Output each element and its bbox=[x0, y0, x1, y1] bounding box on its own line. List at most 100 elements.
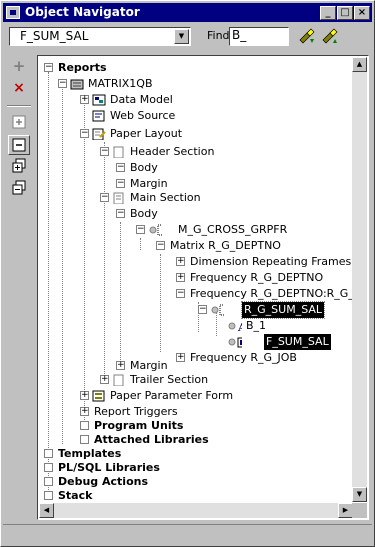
navigator-tree-pane[interactable]: − Reports − MATRIX1QB + Data Model Web S… bbox=[37, 55, 369, 520]
field-icon bbox=[228, 337, 242, 348]
node-label: Body bbox=[130, 207, 158, 220]
collapse-toggle[interactable]: − bbox=[198, 305, 207, 314]
vertical-scrollbar[interactable]: ▲ ▼ bbox=[352, 57, 367, 502]
node-label: MATRIX1QB bbox=[88, 77, 153, 90]
status-bar bbox=[3, 524, 372, 545]
empty-toggle[interactable] bbox=[44, 491, 53, 500]
data-model-icon bbox=[92, 94, 106, 106]
close-button[interactable]: × bbox=[354, 6, 370, 20]
expand-toggle[interactable]: + bbox=[116, 361, 125, 370]
find-input[interactable]: B_ bbox=[229, 27, 289, 46]
node-label: Paper Parameter Form bbox=[110, 389, 234, 402]
parameter-form-icon bbox=[92, 390, 105, 402]
collapse-all-icon bbox=[12, 180, 26, 195]
report-icon bbox=[70, 79, 84, 90]
expand-toggle[interactable]: + bbox=[176, 353, 185, 362]
empty-toggle[interactable] bbox=[44, 463, 53, 472]
empty-toggle[interactable] bbox=[80, 421, 89, 430]
find-next-button[interactable] bbox=[296, 27, 316, 46]
frame-object-icon bbox=[149, 224, 162, 236]
vertical-toolbar: + × bbox=[5, 53, 33, 518]
node-label: F_SUM_SAL bbox=[264, 334, 331, 350]
expand-all-icon bbox=[12, 158, 26, 173]
toolbar: F_SUM_SAL ▼ Find: B_ bbox=[3, 23, 372, 49]
tree-guide bbox=[160, 254, 161, 352]
tree-guide bbox=[48, 72, 49, 494]
tree-guide bbox=[104, 142, 105, 378]
empty-toggle[interactable] bbox=[44, 477, 53, 486]
collapse-toggle[interactable]: − bbox=[156, 241, 165, 250]
node-label: Body bbox=[130, 161, 158, 174]
node-label: B_1 bbox=[246, 319, 267, 332]
scroll-right-arrow[interactable]: ▶ bbox=[338, 503, 353, 518]
maximize-button[interactable]: □ bbox=[337, 6, 353, 20]
scroll-left-arrow[interactable]: ◀ bbox=[39, 503, 54, 518]
scrollbar-corner bbox=[352, 503, 367, 518]
tree-guide bbox=[140, 238, 141, 250]
collapse-toggle[interactable]: − bbox=[136, 225, 145, 234]
collapse-toggle[interactable]: − bbox=[44, 63, 53, 72]
horizontal-scrollbar[interactable]: ◀ ▶ bbox=[39, 503, 353, 518]
collapse-icon bbox=[12, 138, 26, 152]
expand-toggle[interactable]: + bbox=[80, 407, 89, 416]
expand-toggle[interactable]: + bbox=[100, 375, 109, 384]
web-source-icon bbox=[92, 110, 105, 122]
node-label: Matrix R_G_DEPTNO bbox=[170, 239, 281, 252]
find-previous-button[interactable] bbox=[319, 27, 339, 46]
node-label: Header Section bbox=[130, 145, 215, 158]
empty-toggle[interactable] bbox=[44, 449, 53, 458]
window-title: Object Navigator bbox=[25, 5, 140, 19]
expand-toggle[interactable]: + bbox=[80, 391, 89, 400]
collapse-toggle[interactable]: − bbox=[100, 147, 109, 156]
collapse-toggle[interactable]: − bbox=[58, 79, 67, 88]
collapse-all-button[interactable] bbox=[8, 179, 30, 199]
collapse-button[interactable] bbox=[8, 135, 30, 155]
node-label: Frequency R_G_DEPTNO:R_G_J bbox=[190, 287, 358, 300]
collapse-toggle[interactable]: − bbox=[116, 179, 125, 188]
title-bar[interactable]: Object Navigator _ □ × bbox=[3, 3, 372, 22]
scroll-down-arrow[interactable]: ▼ bbox=[352, 487, 367, 502]
section-icon bbox=[113, 374, 124, 386]
collapse-toggle[interactable]: − bbox=[100, 193, 109, 202]
node-label: Main Section bbox=[130, 191, 201, 204]
node-label: Paper Layout bbox=[110, 127, 183, 140]
context-value: F_SUM_SAL bbox=[20, 29, 89, 43]
node-label: Frequency R_G_DEPTNO bbox=[190, 271, 324, 284]
node-label: Web Source bbox=[110, 109, 176, 122]
collapse-toggle[interactable]: − bbox=[116, 209, 125, 218]
create-button[interactable]: + bbox=[8, 57, 30, 77]
expand-toggle[interactable]: + bbox=[176, 257, 185, 266]
flashlight-up-icon bbox=[322, 28, 338, 44]
tree-guide bbox=[120, 222, 121, 366]
collapse-toggle[interactable]: − bbox=[80, 129, 89, 138]
node-label: Dimension Repeating Frames bbox=[190, 255, 352, 268]
paper-layout-icon bbox=[92, 128, 106, 140]
node-label: M_G_CROSS_GRPFR bbox=[178, 223, 288, 236]
section-icon bbox=[113, 192, 124, 204]
object-navigator-window: Object Navigator _ □ × F_SUM_SAL ▼ Find:… bbox=[0, 0, 375, 547]
minimize-button[interactable]: _ bbox=[320, 6, 336, 20]
expand-toggle[interactable]: + bbox=[80, 95, 89, 104]
chevron-down-icon[interactable]: ▼ bbox=[174, 29, 189, 44]
expand-toggle[interactable]: + bbox=[176, 273, 185, 282]
tree-guide bbox=[62, 86, 63, 444]
node-label: Data Model bbox=[110, 93, 173, 106]
section-icon bbox=[113, 146, 124, 158]
toolbar-separator bbox=[7, 105, 31, 107]
tree-guide bbox=[84, 102, 85, 428]
expand-button[interactable] bbox=[8, 113, 30, 133]
empty-toggle[interactable] bbox=[80, 435, 89, 444]
node-label: R_G_SUM_SAL bbox=[240, 301, 326, 319]
expand-all-button[interactable] bbox=[8, 157, 30, 177]
collapse-toggle[interactable]: − bbox=[176, 289, 185, 298]
delete-button[interactable]: × bbox=[8, 79, 30, 99]
app-icon[interactable] bbox=[6, 6, 20, 19]
collapse-toggle[interactable]: − bbox=[116, 163, 125, 172]
scroll-up-arrow[interactable]: ▲ bbox=[352, 57, 367, 72]
svg-text:A: A bbox=[237, 321, 242, 332]
context-combo[interactable]: F_SUM_SAL ▼ bbox=[9, 27, 191, 46]
expand-icon bbox=[12, 115, 26, 129]
node-label: Trailer Section bbox=[130, 373, 209, 386]
boilerplate-text-icon: A bbox=[228, 321, 242, 332]
node-label: Reports bbox=[58, 61, 107, 74]
